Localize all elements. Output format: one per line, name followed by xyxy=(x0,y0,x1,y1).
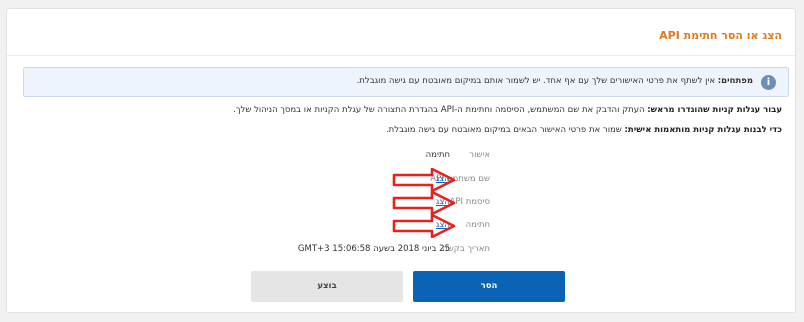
remove-button[interactable]: הסר xyxy=(413,271,565,302)
annotation-arrow-icon xyxy=(392,168,456,192)
preconfigured-carts-text: העתק והדבק את שם המשתמש, הסיסמה וחתימת ה… xyxy=(233,105,648,115)
custom-carts-text: שמור את פרטי האישור הבאים במיקום מאובטח … xyxy=(385,125,625,135)
developer-notice-body: אין לשתף את פרטי האישורים שלך עם אף אחד.… xyxy=(356,76,718,86)
preconfigured-carts-note: עבור עגלות קניות שהוגדרו מראש: העתק והדב… xyxy=(233,105,782,115)
developer-notice: i מפתחים: אין לשתף את פרטי האישורים שלך … xyxy=(23,67,789,97)
developer-notice-text: מפתחים: אין לשתף את פרטי האישורים שלך עם… xyxy=(357,76,753,86)
api-signature-panel: הצג או הסר חתימת API i מפתחים: אין לשתף … xyxy=(6,8,796,313)
developer-notice-bold: מפתחים: xyxy=(717,76,753,86)
done-button[interactable]: בוצע xyxy=(251,271,403,302)
annotation-arrow-icon xyxy=(392,191,456,215)
info-icon: i xyxy=(761,75,776,90)
signature-header: חתימה xyxy=(425,150,450,160)
credential-header: אישור xyxy=(469,150,490,160)
custom-carts-note: כדי לבנות עגלות קניות מותאמות אישית: שמו… xyxy=(386,125,782,135)
page-title: הצג או הסר חתימת API xyxy=(659,29,782,42)
request-date-value: 25 ביוני 2018 בשעה 15:06:58 GMT+3 xyxy=(297,244,450,254)
signature-label: חתימה xyxy=(465,220,490,230)
custom-carts-bold: כדי לבנות עגלות קניות מותאמות אישית: xyxy=(624,125,782,135)
annotation-arrow-icon xyxy=(392,214,456,238)
title-divider xyxy=(7,55,795,56)
preconfigured-carts-bold: עבור עגלות קניות שהוגדרו מראש: xyxy=(647,105,782,115)
